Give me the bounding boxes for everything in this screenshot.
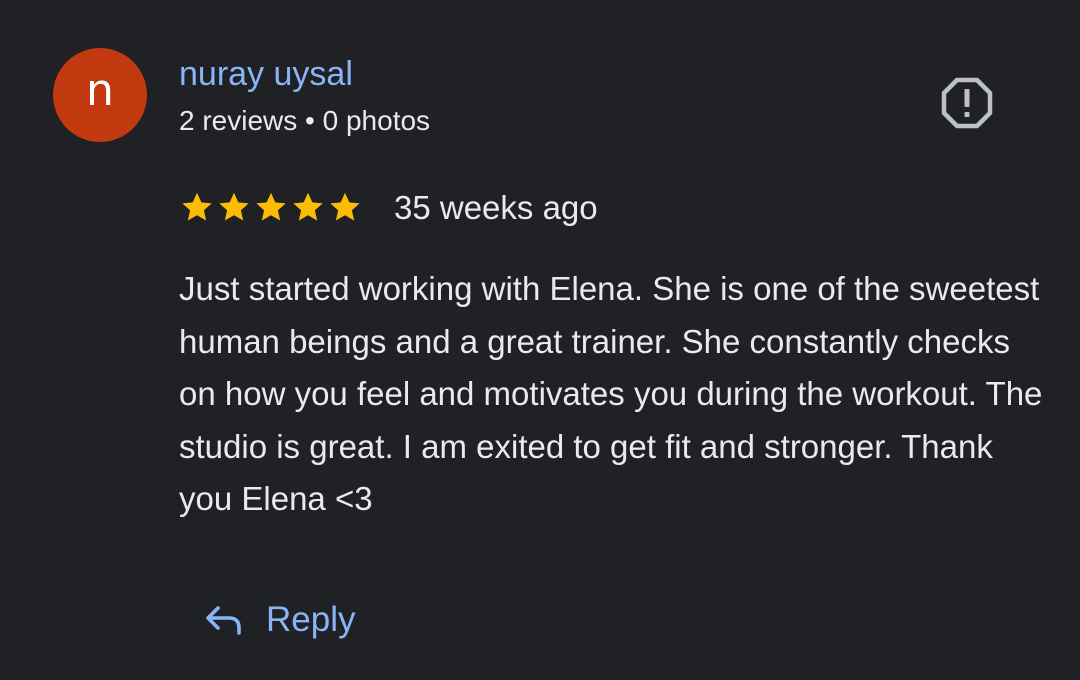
review-text: Just started working with Elena. She is … [179,270,1043,517]
star-rating [179,189,363,225]
report-icon[interactable] [940,76,994,130]
star-icon [219,192,249,221]
star-icon [182,192,212,221]
reply-button[interactable]: Reply [190,588,369,652]
reply-arrow-icon [204,603,244,637]
reviewer-meta: 2 reviews • 0 photos [179,105,431,136]
reply-label: Reply [266,600,356,639]
review-timestamp: 35 weeks ago [394,189,598,226]
star-icon [256,192,286,221]
avatar-letter: n [86,65,114,116]
star-icon [330,192,360,221]
reviewer-name[interactable]: nuray uysal [179,54,353,94]
star-icon [293,192,323,221]
avatar[interactable]: n [53,48,147,142]
